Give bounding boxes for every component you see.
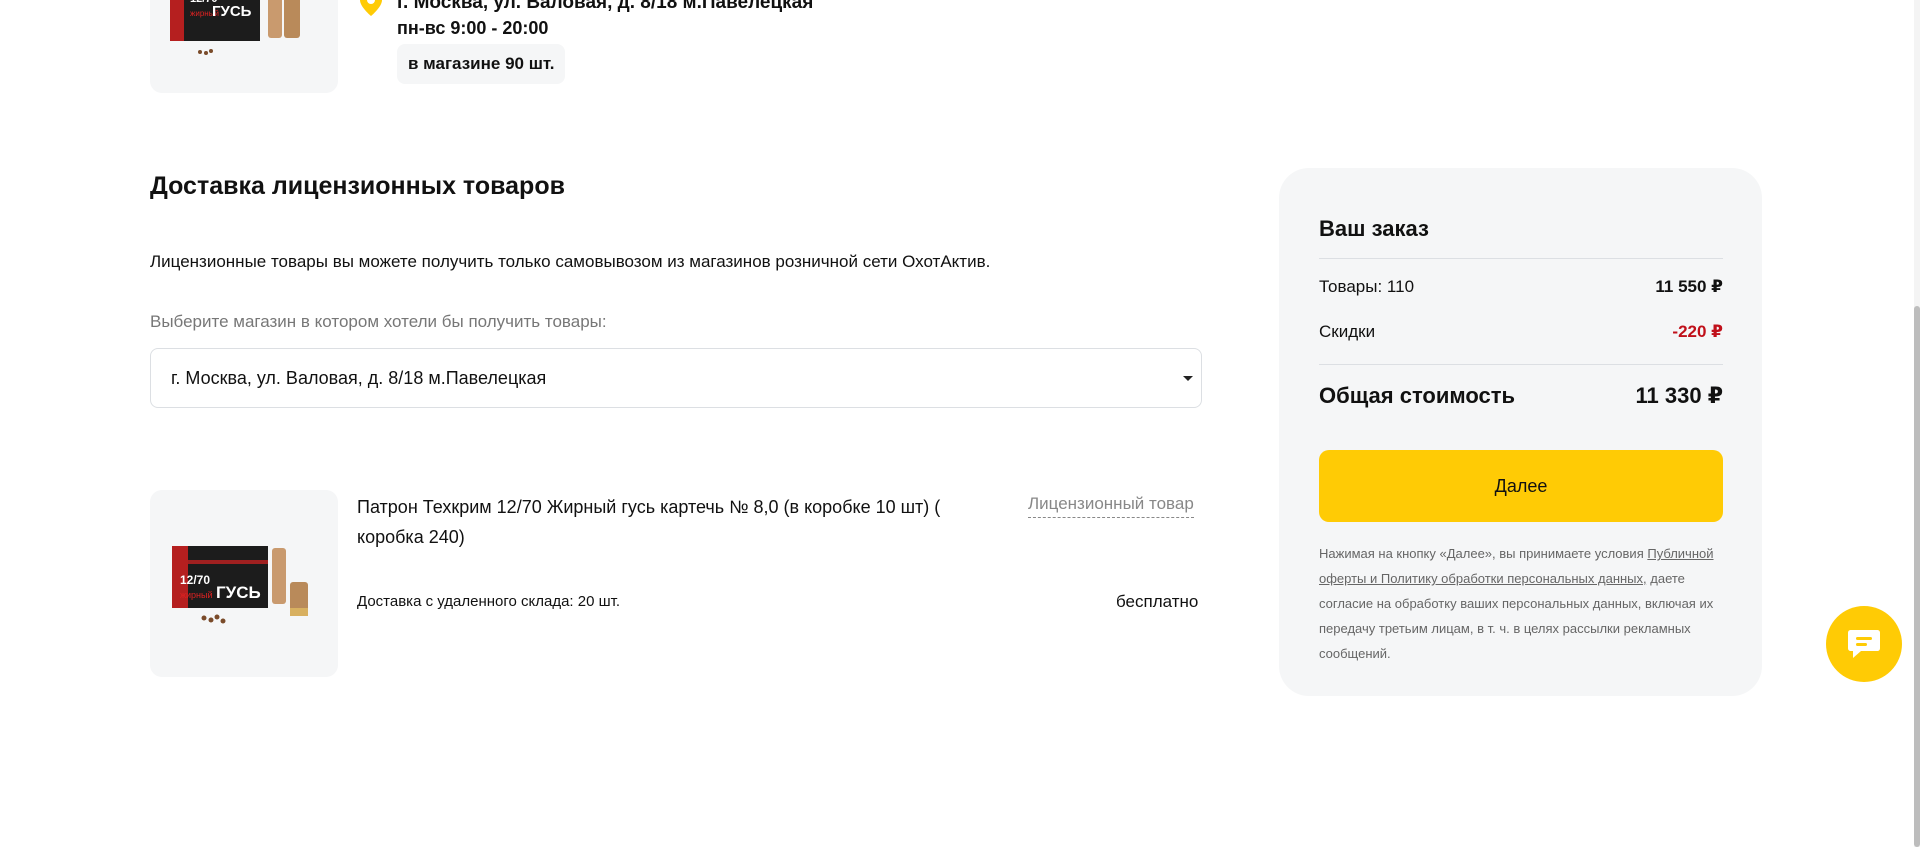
license-tag[interactable]: Лицензионный товар <box>1028 494 1194 518</box>
ammo-box-image: 12/70 жирный ГУСЬ <box>172 546 308 624</box>
store-product-thumbnail: 12/70 жирный ГУСЬ <box>150 0 338 93</box>
total-label: Общая стоимость <box>1319 383 1516 408</box>
svg-text:12/70: 12/70 <box>180 573 210 587</box>
svg-text:ГУСЬ: ГУСЬ <box>212 3 252 20</box>
items-label: Товары: 110 <box>1319 277 1415 296</box>
chat-button[interactable] <box>1826 606 1902 682</box>
svg-text:жирный: жирный <box>180 590 213 600</box>
discount-label: Скидки <box>1319 322 1376 341</box>
store-hours: пн-вс 9:00 - 20:00 <box>397 18 549 38</box>
svg-text:ГУСЬ: ГУСЬ <box>216 583 261 602</box>
product-title[interactable]: Патрон Техкрим 12/70 Жирный гусь картечь… <box>357 492 1007 552</box>
store-select-value: г. Москва, ул. Валовая, д. 8/18 м.Павеле… <box>171 367 547 388</box>
store-select-label: Выберите магазин в котором хотели бы пол… <box>150 312 607 331</box>
items-value: 11 550 ₽ <box>1655 277 1723 296</box>
legal-prefix: Нажимая на кнопку «Далее», вы принимаете… <box>1319 546 1644 561</box>
order-title: Ваш заказ <box>1319 216 1429 241</box>
divider <box>1319 364 1723 365</box>
ammo-box-image: 12/70 жирный ГУСЬ <box>170 0 300 55</box>
delivery-section-title: Доставка лицензионных товаров <box>150 172 565 200</box>
scrollbar-thumb[interactable] <box>1914 306 1920 847</box>
delivery-price: бесплатно <box>1116 592 1199 611</box>
total-value: 11 330 ₽ <box>1635 383 1724 408</box>
discount-value: -220 ₽ <box>1672 322 1723 341</box>
legal-notice: Нажимая на кнопку «Далее», вы принимаете… <box>1319 541 1723 666</box>
next-button[interactable]: Далее <box>1319 450 1723 522</box>
store-address: г. Москва, ул. Валовая, д. 8/18 м.Павеле… <box>397 0 814 13</box>
divider <box>1319 258 1723 259</box>
caret-down-icon <box>1183 376 1193 381</box>
delivery-description: Лицензионные товары вы можете получить т… <box>150 252 991 271</box>
remote-delivery-note: Доставка с удаленного склада: 20 шт. <box>357 593 621 610</box>
store-select-dropdown[interactable]: г. Москва, ул. Валовая, д. 8/18 м.Павеле… <box>150 348 1202 408</box>
map-pin-icon <box>358 0 384 16</box>
product-image[interactable]: 12/70 жирный ГУСЬ <box>150 490 338 677</box>
chat-icon <box>1848 630 1880 658</box>
stock-badge: в магазине 90 шт. <box>397 44 566 84</box>
